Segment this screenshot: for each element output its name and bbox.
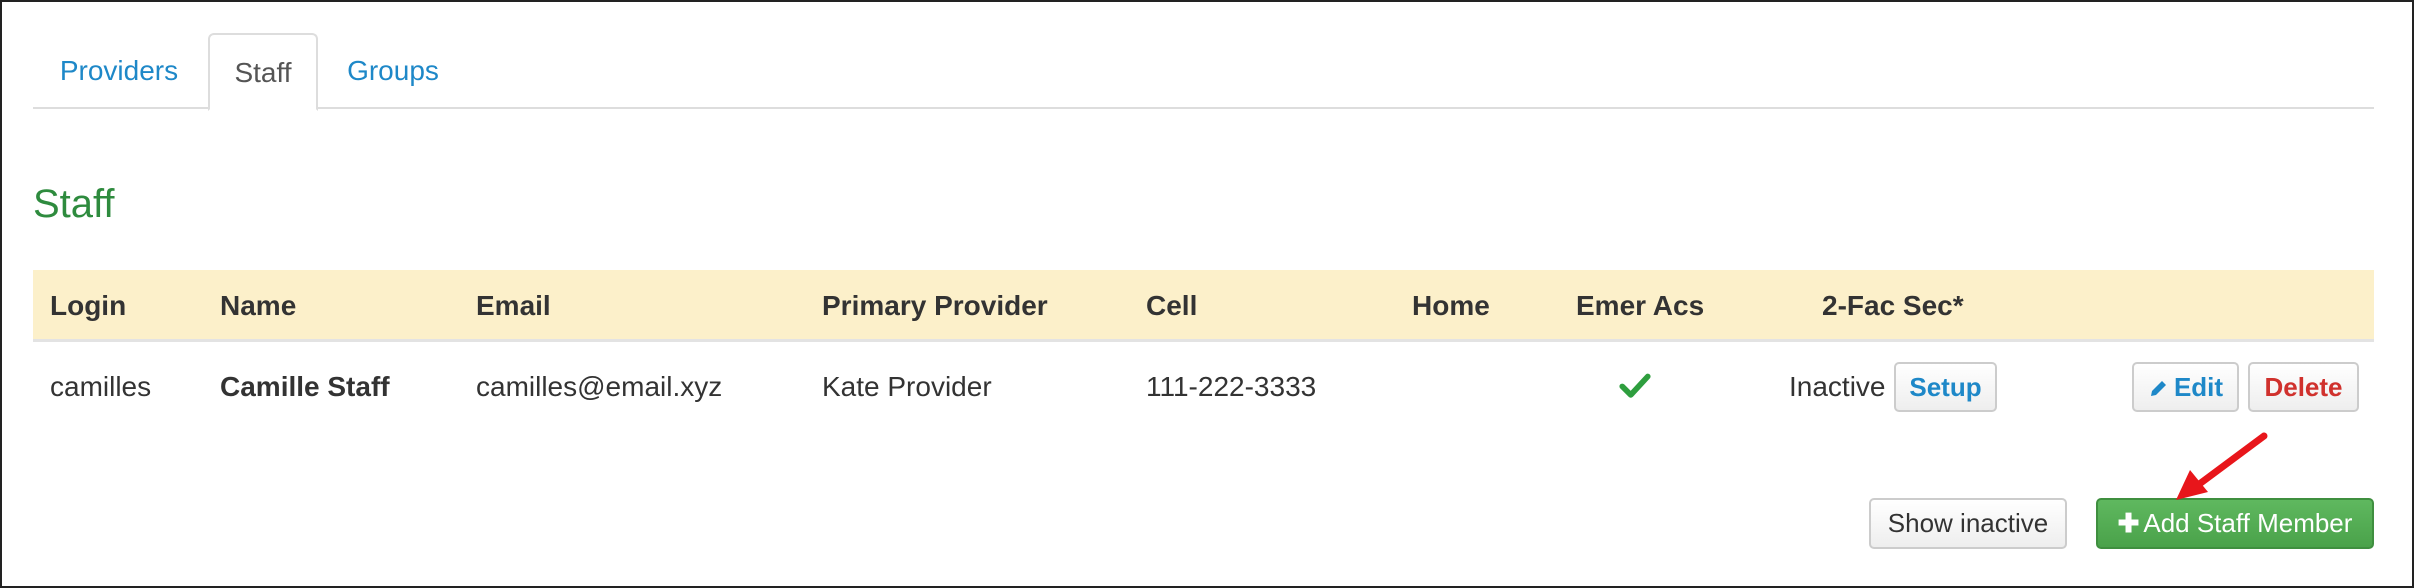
header-two-fac-sec: 2-Fac Sec* — [1822, 290, 1964, 321]
show-inactive-button[interactable]: Show inactive — [1869, 498, 2067, 549]
annotation-arrow-icon — [2176, 432, 2268, 500]
table-header: Login Name Email Primary Provider Cell H… — [33, 270, 2374, 342]
header-name: Name — [220, 290, 297, 321]
section-title: Staff — [33, 182, 115, 226]
header-cell: Cell — [1146, 290, 1198, 321]
edit-button[interactable]: Edit — [2132, 362, 2239, 412]
cell-name: Camille Staff — [220, 371, 390, 402]
cell-login: camilles — [50, 371, 152, 402]
check-icon — [1619, 373, 1651, 398]
header-home: Home — [1412, 290, 1490, 321]
edit-label: Edit — [2173, 372, 2224, 402]
cell-primary-provider: Kate Provider — [822, 371, 992, 402]
table-row: camilles Camille Staff camilles@email.xy… — [33, 342, 2374, 432]
delete-button[interactable]: Delete — [2248, 362, 2359, 412]
setup-button[interactable]: Setup — [1894, 362, 1997, 412]
header-primary-provider: Primary Provider — [822, 290, 1048, 321]
header-emer-acs: Emer Acs — [1576, 290, 1705, 321]
add-staff-label: Add Staff Member — [2143, 508, 2353, 538]
page-frame: Providers Staff Groups Staff Login Name … — [0, 0, 2414, 588]
header-login: Login — [50, 290, 127, 321]
cell-phone: 111-222-3333 — [1146, 371, 1317, 402]
tab-bar: Providers Staff Groups — [33, 33, 2374, 111]
add-staff-member-button[interactable]: ✚ Add Staff Member — [2096, 498, 2374, 549]
tab-staff[interactable]: Staff — [208, 33, 318, 111]
header-email: Email — [476, 290, 551, 321]
tab-groups[interactable]: Groups — [328, 33, 458, 109]
two-fac-status: Inactive — [1789, 371, 1886, 402]
plus-icon: ✚ — [2117, 508, 2140, 538]
pencil-icon — [2148, 367, 2168, 413]
staff-table: Login Name Email Primary Provider Cell H… — [33, 270, 2374, 432]
tab-providers[interactable]: Providers — [33, 33, 205, 109]
cell-email: camilles@email.xyz — [476, 371, 723, 402]
